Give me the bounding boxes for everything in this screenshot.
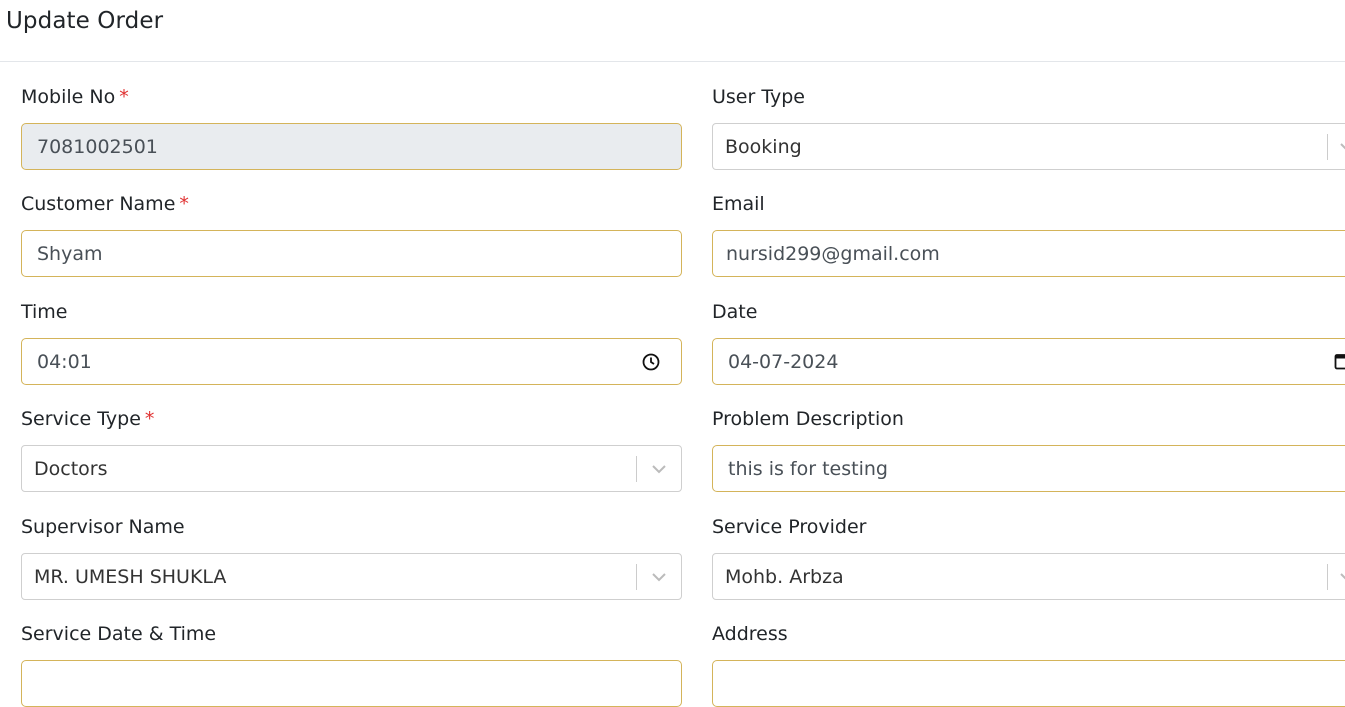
select-separator bbox=[1327, 564, 1328, 590]
chevron-down-icon bbox=[649, 567, 669, 587]
email-label: Email bbox=[712, 193, 765, 215]
mobile-no-label: Mobile No* bbox=[21, 86, 129, 108]
service-provider-select[interactable]: Mohb. Arbza bbox=[712, 553, 1345, 600]
time-field[interactable]: 04:01 bbox=[21, 338, 682, 385]
user-type-label: User Type bbox=[712, 86, 805, 108]
problem-description-field[interactable]: this is for testing bbox=[712, 445, 1345, 492]
select-separator bbox=[636, 564, 637, 590]
mobile-no-field[interactable]: 7081002501 bbox=[21, 123, 682, 170]
supervisor-name-select[interactable]: MR. UMESH SHUKLA bbox=[21, 553, 682, 600]
user-type-select[interactable]: Booking bbox=[712, 123, 1345, 170]
service-type-select[interactable]: Doctors bbox=[21, 445, 682, 492]
date-label: Date bbox=[712, 301, 757, 323]
clock-icon[interactable] bbox=[641, 352, 661, 372]
service-date-time-field[interactable] bbox=[21, 660, 682, 707]
service-date-time-label: Service Date & Time bbox=[21, 623, 216, 645]
service-type-label: Service Type* bbox=[21, 408, 154, 430]
page-header: Update Order bbox=[0, 0, 1345, 62]
date-field[interactable]: 04-07-2024 bbox=[712, 338, 1345, 385]
supervisor-name-label: Supervisor Name bbox=[21, 516, 185, 538]
page-title: Update Order bbox=[6, 8, 163, 34]
time-label: Time bbox=[21, 301, 68, 323]
customer-name-field[interactable]: Shyam bbox=[21, 230, 682, 277]
required-mark: * bbox=[145, 408, 155, 430]
chevron-down-icon bbox=[1337, 137, 1345, 157]
service-provider-label: Service Provider bbox=[712, 516, 867, 538]
select-separator bbox=[1327, 134, 1328, 160]
email-field[interactable]: nursid299@gmail.com bbox=[712, 230, 1345, 277]
select-separator bbox=[636, 456, 637, 482]
problem-description-label: Problem Description bbox=[712, 408, 904, 430]
customer-name-label: Customer Name* bbox=[21, 193, 189, 215]
required-mark: * bbox=[119, 86, 129, 108]
address-field[interactable] bbox=[712, 660, 1345, 707]
calendar-icon[interactable] bbox=[1334, 352, 1345, 370]
chevron-down-icon bbox=[1337, 567, 1345, 587]
required-mark: * bbox=[179, 193, 189, 215]
address-label: Address bbox=[712, 623, 788, 645]
chevron-down-icon bbox=[649, 459, 669, 479]
